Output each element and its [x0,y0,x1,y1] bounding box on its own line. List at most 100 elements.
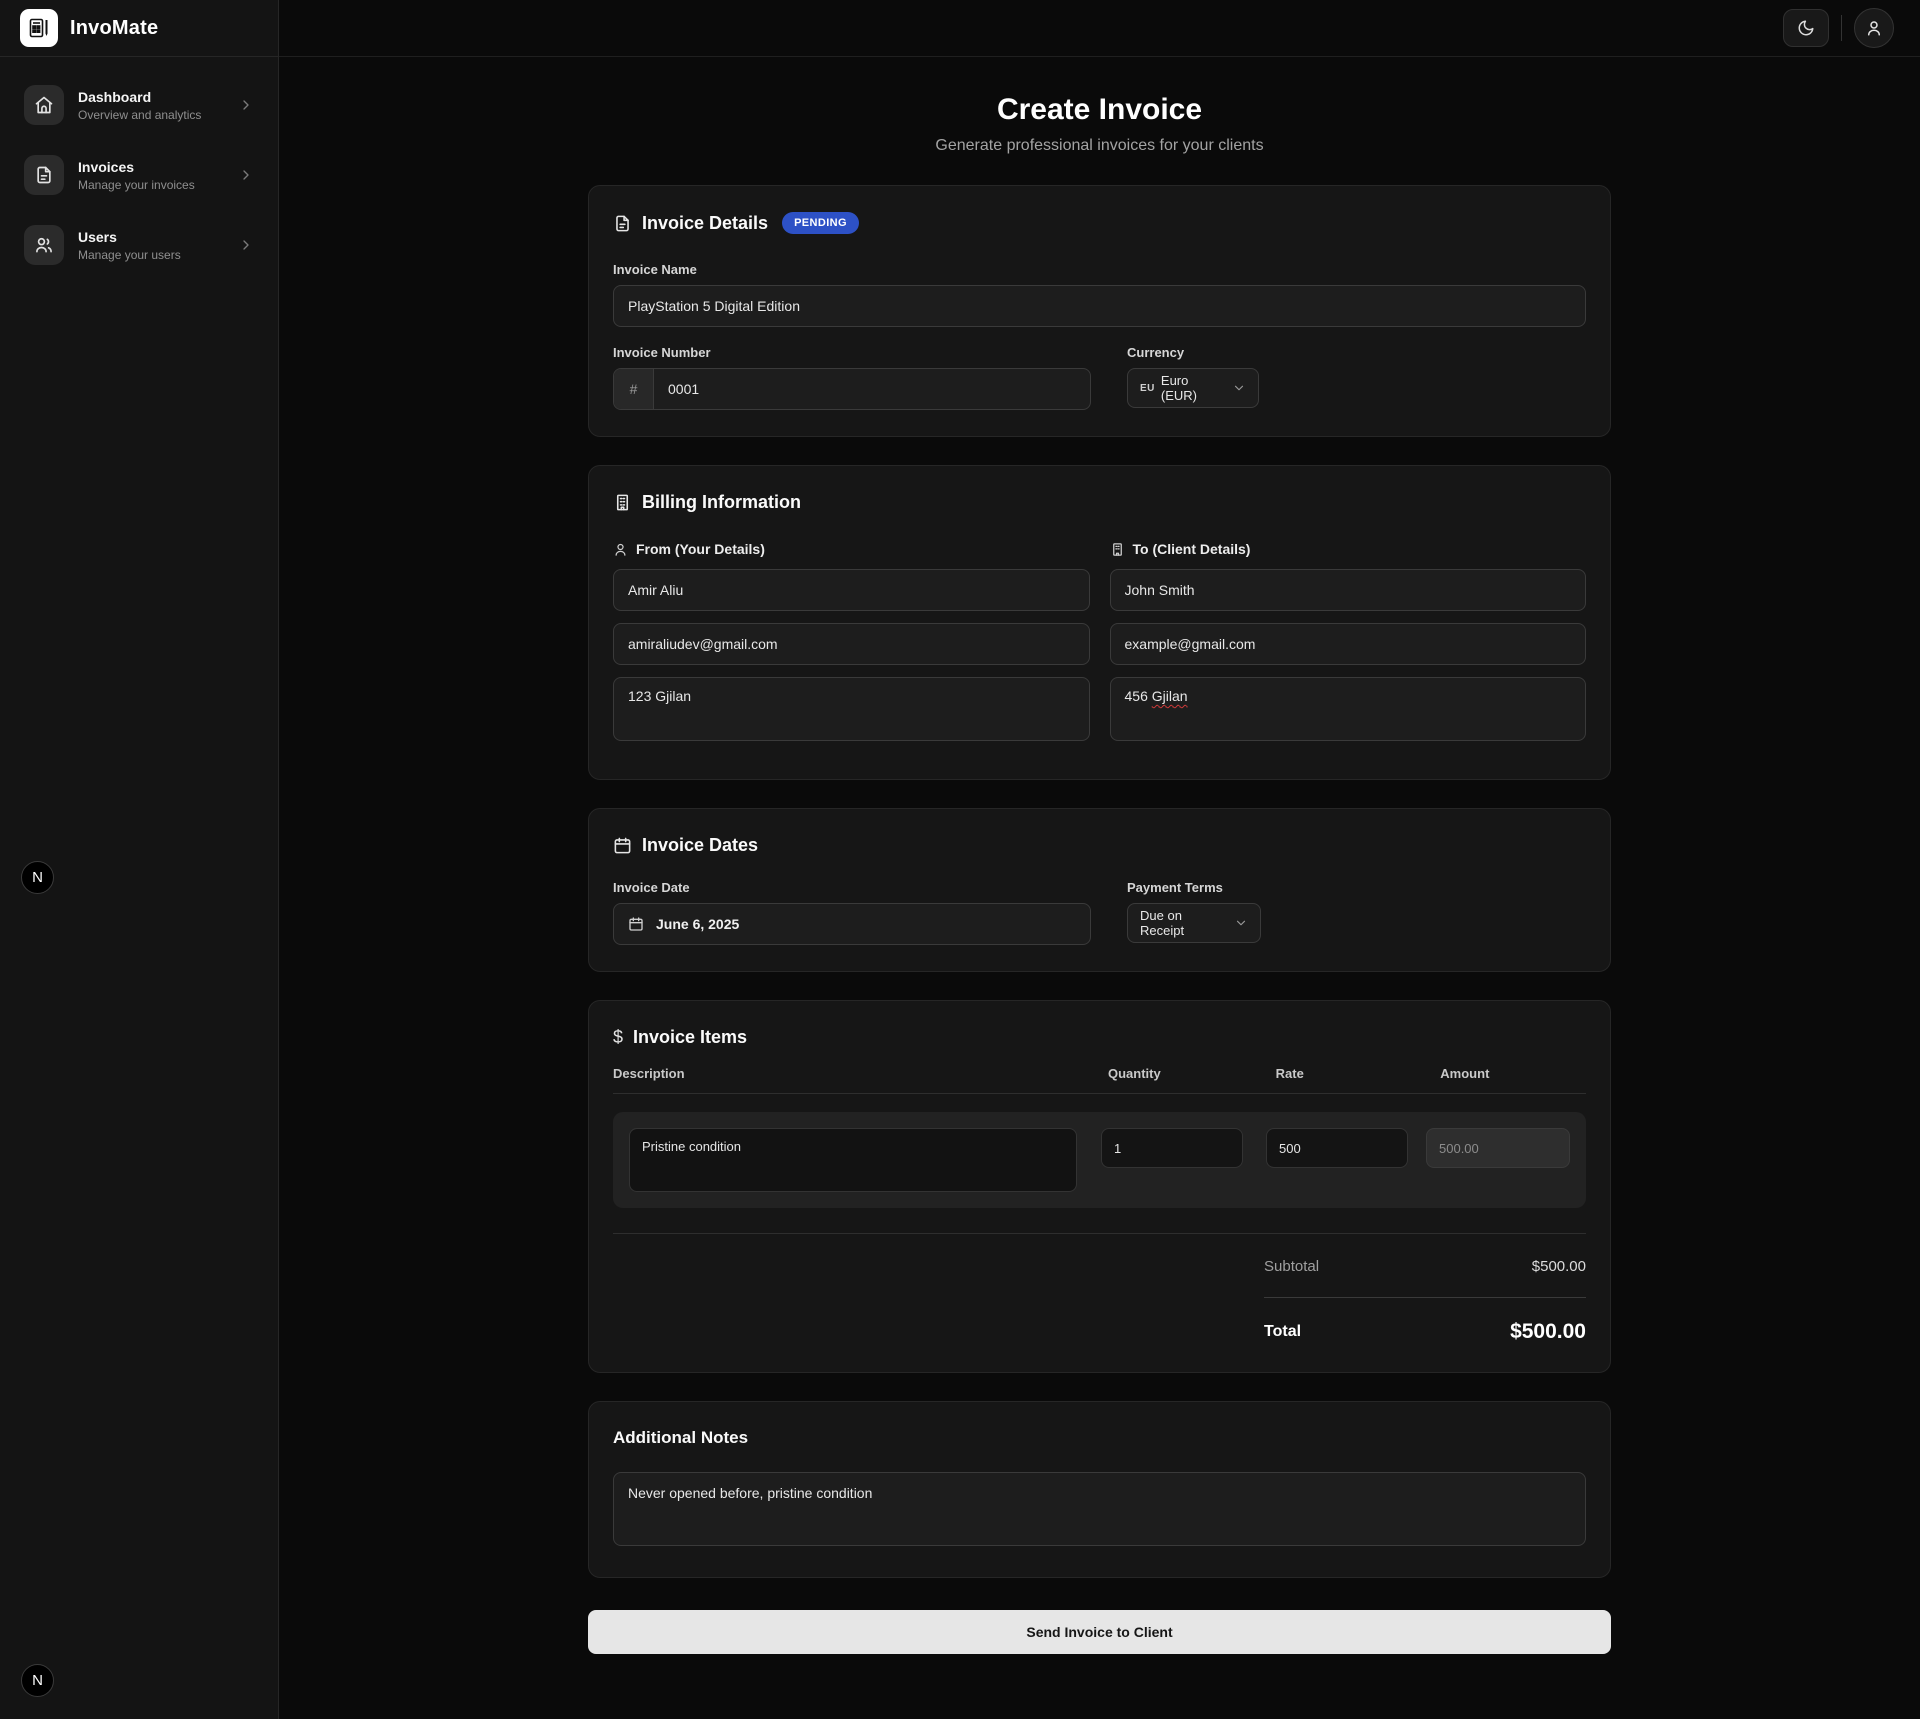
payment-terms-select[interactable]: Due on Receipt [1127,903,1261,943]
building-icon [613,493,632,512]
calendar-icon [613,836,632,855]
sidebar-header: InvoMate [0,0,278,57]
invoice-date-value: June 6, 2025 [656,916,739,932]
col-description: Description [613,1066,1108,1081]
chevron-down-icon [1232,381,1246,395]
payment-terms-value: Due on Receipt [1140,908,1224,938]
invoice-items-card: $ Invoice Items Description Quantity Rat… [588,1000,1611,1373]
calendar-small-icon [628,916,644,932]
invoice-number-label: Invoice Number [613,345,1091,360]
item-amount-readonly [1426,1128,1570,1168]
billing-card: Billing Information From (Your Details) [588,465,1611,780]
from-address-textarea[interactable]: 123 Gjilan [613,677,1090,741]
invoice-name-input[interactable] [613,285,1586,327]
notes-textarea[interactable]: Never opened before, pristine condition [613,1472,1586,1546]
totals-divider [1264,1297,1586,1298]
main-area: Create Invoice Generate professional inv… [279,0,1920,1719]
from-name-input[interactable] [613,569,1090,611]
sidebar-item-dashboard[interactable]: Dashboard Overview and analytics [12,75,266,135]
sidebar-item-label: Users [78,229,224,245]
notes-title: Additional Notes [613,1428,1586,1448]
from-email-input[interactable] [613,623,1090,665]
nextjs-dev-badge[interactable]: N [21,1664,54,1697]
to-label: To (Client Details) [1133,541,1251,557]
sidebar-item-texts: Dashboard Overview and analytics [78,89,224,122]
billing-to-column: To (Client Details) 456 Gjilan [1110,541,1587,753]
totals-section: Subtotal $500.00 Total $500.00 [1264,1258,1586,1364]
col-amount: Amount [1440,1066,1586,1081]
sidebar-item-users[interactable]: Users Manage your users [12,215,266,275]
chevron-right-icon [238,237,254,253]
invoice-number-input[interactable] [654,369,1090,409]
from-address-text: 123 Gjilan [628,688,691,704]
profile-button[interactable] [1854,8,1894,48]
col-quantity: Quantity [1108,1066,1276,1081]
card-title: Billing Information [642,492,801,513]
home-icon [24,85,64,125]
to-address-textarea[interactable]: 456 Gjilan [1110,677,1587,741]
topbar-divider [1841,15,1842,41]
sidebar: InvoMate Dashboard Overview and analytic… [0,0,279,1719]
page-title: Create Invoice [279,93,1920,127]
sidebar-item-texts: Invoices Manage your invoices [78,159,224,192]
chevron-right-icon [238,167,254,183]
invoice-date-picker[interactable]: June 6, 2025 [613,903,1091,945]
chevron-down-icon [1234,916,1248,930]
sidebar-item-invoices[interactable]: Invoices Manage your invoices [12,145,266,205]
subtotal-value: $500.00 [1532,1258,1586,1275]
invoice-number-group: # [613,368,1091,410]
invoice-date-label: Invoice Date [613,880,1091,895]
building-small-icon [1110,542,1125,557]
eu-flag-icon: EU [1140,383,1155,394]
to-address-misspelled-word: Gjilan [1152,688,1188,704]
invoice-dates-card: Invoice Dates Invoice Date June 6, 2025 [588,808,1611,972]
col-rate: Rate [1276,1066,1441,1081]
app-title: InvoMate [70,17,158,40]
payment-terms-label: Payment Terms [1127,880,1261,895]
sidebar-item-sublabel: Overview and analytics [78,108,224,122]
chevron-right-icon [238,97,254,113]
page-subtitle: Generate professional invoices for your … [279,137,1920,155]
card-title: Invoice Items [633,1027,747,1048]
item-description-input[interactable]: Pristine condition [629,1128,1077,1192]
user-icon [1865,19,1883,37]
items-divider [613,1233,1586,1234]
sidebar-item-sublabel: Manage your users [78,248,224,262]
dollar-icon: $ [613,1027,623,1048]
currency-value: Euro (EUR) [1161,373,1222,403]
currency-select[interactable]: EU Euro (EUR) [1127,368,1259,408]
invoice-name-label: Invoice Name [613,262,1586,277]
app-root: InvoMate Dashboard Overview and analytic… [0,0,1920,1719]
users-icon [24,225,64,265]
from-label: From (Your Details) [636,541,765,557]
nextjs-dev-badge[interactable]: N [21,861,54,894]
item-rate-input[interactable] [1266,1128,1408,1168]
item-quantity-input[interactable] [1101,1128,1243,1168]
send-invoice-button[interactable]: Send Invoice to Client [588,1610,1611,1654]
file-icon [24,155,64,195]
card-title: Invoice Dates [642,835,758,856]
total-value: $500.00 [1510,1320,1586,1344]
sidebar-item-texts: Users Manage your users [78,229,224,262]
sidebar-item-sublabel: Manage your invoices [78,178,224,192]
theme-toggle-button[interactable] [1783,9,1829,47]
item-row: Pristine condition [613,1112,1586,1208]
page-content: Create Invoice Generate professional inv… [279,57,1920,1719]
card-title: Invoice Details [642,213,768,234]
to-address-prefix: 456 [1125,688,1152,704]
status-badge: PENDING [782,212,859,234]
billing-from-column: From (Your Details) 123 Gjilan [613,541,1090,753]
invoice-details-card: Invoice Details PENDING Invoice Name Inv… [588,185,1611,437]
sidebar-nav: Dashboard Overview and analytics Invoice… [0,57,278,293]
file-text-icon [613,214,632,233]
total-label: Total [1264,1323,1301,1341]
moon-icon [1797,19,1815,37]
currency-label: Currency [1127,345,1259,360]
to-name-input[interactable] [1110,569,1587,611]
app-logo-icon [20,9,58,47]
items-table-header: Description Quantity Rate Amount [613,1066,1586,1094]
person-icon [613,542,628,557]
hash-prefix: # [614,369,654,409]
subtotal-label: Subtotal [1264,1258,1319,1275]
to-email-input[interactable] [1110,623,1587,665]
